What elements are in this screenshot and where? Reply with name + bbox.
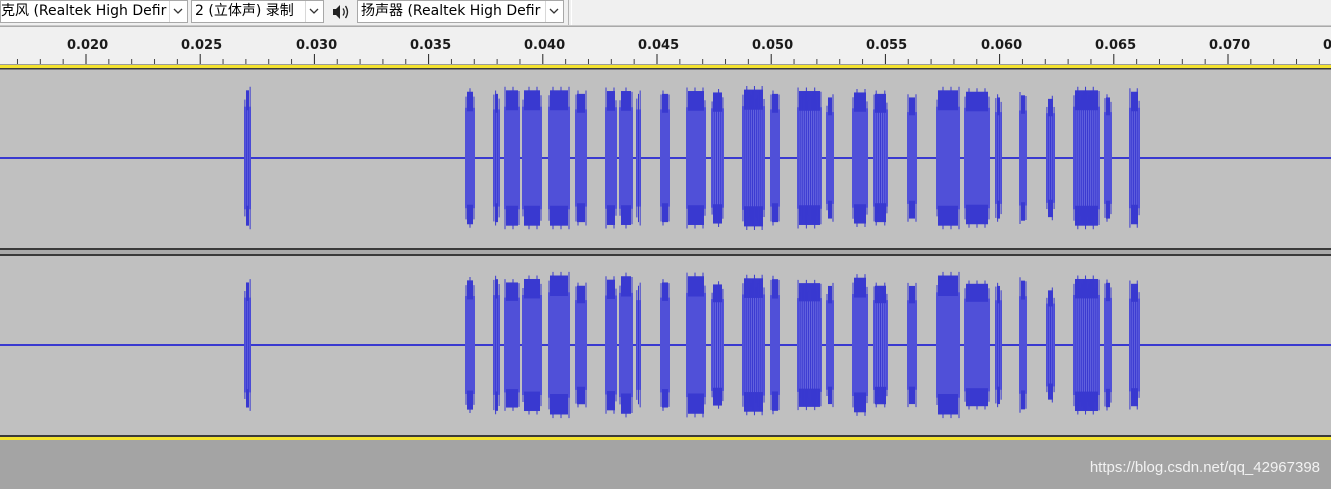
playback-device-value: 扬声器 (Realtek High Defir: [361, 3, 541, 19]
recording-device-value: 克风 (Realtek High Defir: [1, 3, 167, 19]
waveform-burst: [852, 293, 868, 397]
recording-device-select[interactable]: 克风 (Realtek High Defir: [0, 0, 188, 23]
ruler-label: 0: [1323, 38, 1331, 53]
waveform-peak: [854, 277, 866, 298]
waveform-burst: [711, 299, 724, 391]
waveform-peak: [688, 393, 704, 414]
ruler-label: 0.055: [866, 38, 907, 53]
waveform-burst: [605, 107, 617, 209]
ruler-label: 0.025: [181, 38, 222, 53]
waveform-peak: [688, 205, 704, 225]
toolbar-grip[interactable]: [568, 0, 572, 25]
waveform-peak: [688, 91, 704, 111]
waveform-peak: [854, 204, 866, 224]
channel-divider: [0, 254, 1331, 256]
waveform-burst: [936, 106, 960, 210]
chevron-down-icon[interactable]: [169, 1, 185, 22]
waveform-peak: [1075, 90, 1098, 111]
waveform-burst: [504, 106, 520, 210]
waveform-peak: [524, 278, 540, 299]
ruler-label: 0.040: [524, 38, 565, 53]
channels-value: 2 (立体声) 录制: [195, 3, 294, 19]
track-bottom-border: [0, 435, 1331, 437]
ruler-label: 0.060: [981, 38, 1022, 53]
waveform-burst: [1073, 106, 1100, 210]
waveform-peak: [506, 282, 518, 301]
ruler-ticks: 0.020 0.025 0.030 0.035 0.040 0.045 0.05…: [16, 38, 1331, 64]
channel-divider: [0, 248, 1331, 250]
ruler-minor-ticks: [16, 59, 1320, 64]
audio-editor-window: 克风 (Realtek High Defir 2 (立体声) 录制 扬声器 (R…: [0, 0, 1331, 489]
speaker-icon: [330, 2, 352, 22]
waveform-burst: [742, 294, 765, 396]
waveform-burst: [742, 106, 765, 210]
waveform-peak: [688, 276, 704, 297]
waveform-peak: [1075, 205, 1098, 226]
playback-device-select[interactable]: 扬声器 (Realtek High Defir: [357, 0, 564, 23]
ruler-label: 0.070: [1209, 38, 1250, 53]
ruler-label: 0.065: [1095, 38, 1136, 53]
waveform-burst: [852, 108, 868, 208]
chevron-down-icon[interactable]: [305, 1, 321, 22]
waveform-burst: [797, 107, 822, 209]
track-top-border: [0, 68, 1331, 70]
empty-track-area[interactable]: https://blog.csdn.net/qq_42967398: [0, 440, 1331, 489]
waveform-burst: [1129, 107, 1140, 209]
waveform-display[interactable]: [0, 65, 1331, 440]
waveform-peak: [854, 92, 866, 112]
ruler-label: 0.035: [410, 38, 451, 53]
waveform-peak: [524, 90, 540, 111]
selection-top-edge: [0, 65, 1331, 68]
device-toolbar: 克风 (Realtek High Defir 2 (立体声) 录制 扬声器 (R…: [0, 0, 1331, 26]
waveform-peak: [1075, 278, 1098, 299]
channel-gap: [0, 250, 1331, 254]
waveform-burst: [504, 297, 520, 393]
waveform-peak: [506, 389, 518, 408]
timeline-ruler[interactable]: 0.020 0.025 0.030 0.035 0.040 0.045 0.05…: [0, 27, 1331, 65]
waveform-peak: [524, 205, 540, 226]
waveform-burst: [1129, 298, 1140, 392]
waveform-peak: [524, 391, 540, 412]
waveform-peak: [506, 90, 518, 111]
waveform-peak: [506, 205, 518, 226]
ruler-major-ticks: [85, 54, 1229, 64]
watermark: https://blog.csdn.net/qq_42967398: [1089, 459, 1320, 476]
waveform-burst: [1073, 294, 1100, 396]
waveform-burst: [575, 109, 587, 207]
waveform-burst: [797, 298, 822, 392]
stereo-audio-track[interactable]: [0, 65, 1331, 440]
waveform-burst: [575, 300, 587, 390]
waveform-burst: [605, 295, 617, 395]
ruler-label: 0.020: [67, 38, 108, 53]
waveform-peak: [854, 392, 866, 413]
ruler-label: 0.030: [296, 38, 337, 53]
waveform-burst: [936, 292, 960, 398]
channels-select[interactable]: 2 (立体声) 录制: [191, 0, 324, 23]
ruler-label: 0.045: [638, 38, 679, 53]
ruler-label: 0.050: [752, 38, 793, 53]
waveform-burst: [711, 108, 724, 208]
chevron-down-icon[interactable]: [545, 1, 561, 22]
waveform-peak: [1075, 391, 1098, 412]
